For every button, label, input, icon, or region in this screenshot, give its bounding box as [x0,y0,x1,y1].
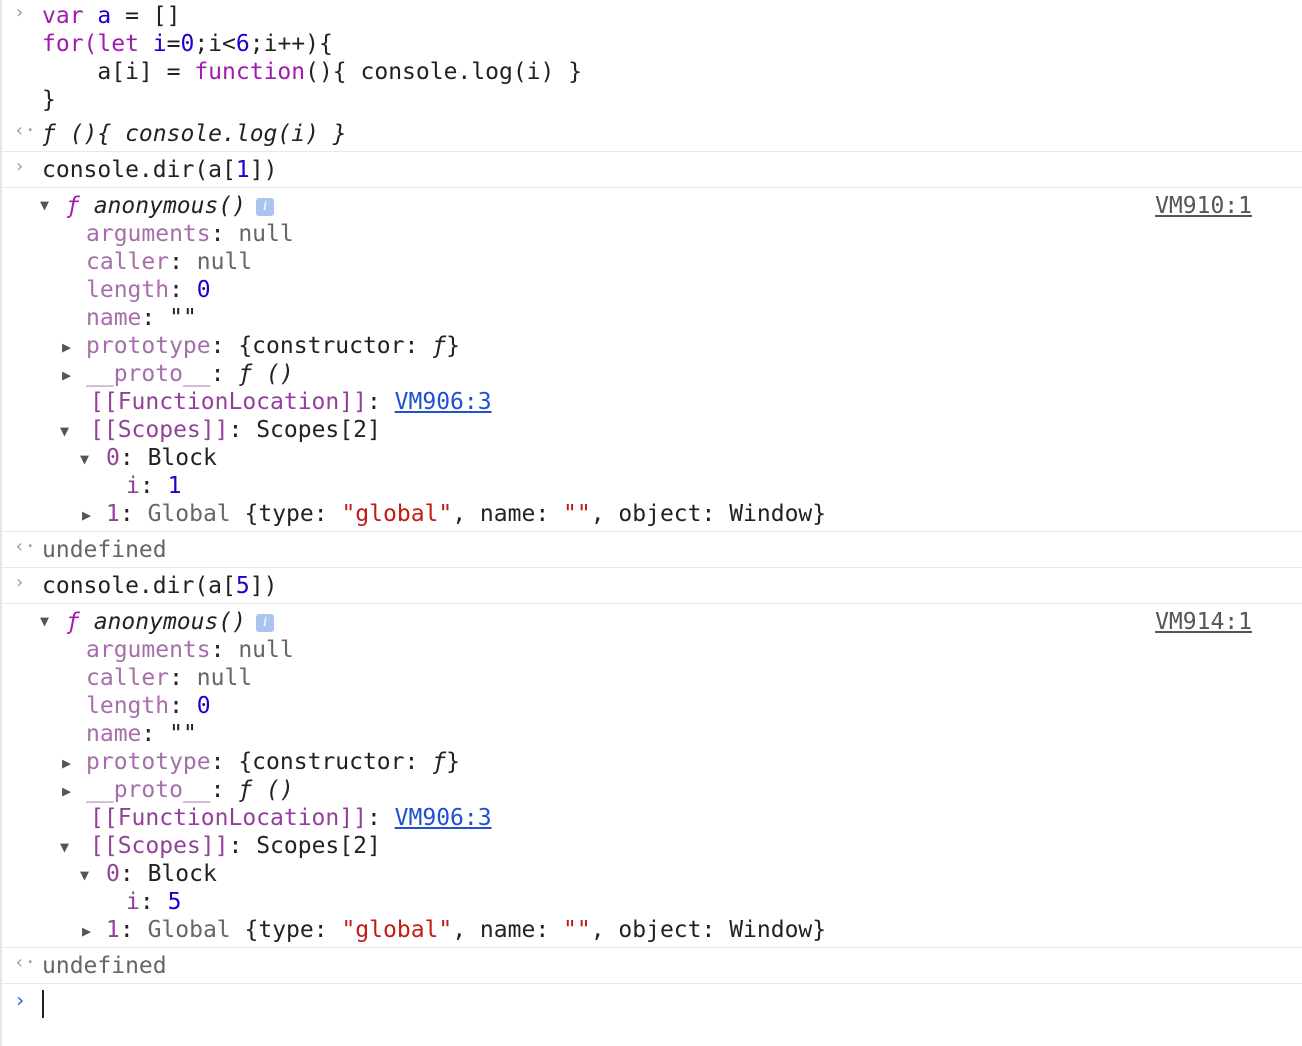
prop-scopes[interactable]: [[Scopes]]: Scopes[2] [90,832,1302,860]
undefined-result: undefined [42,537,167,563]
prop-function-location: [[FunctionLocation]]: VM906:3 [90,389,492,415]
collapsed-triangle-icon[interactable]: ▶ [82,506,91,524]
prop-prototype[interactable]: prototype: {constructor: ƒ} [86,748,1302,776]
prop-caller: caller: null [86,249,253,275]
code-line-3: a[i] = function(){ console.log(i) } [42,59,583,85]
collapsed-triangle-icon[interactable]: ▶ [62,782,71,800]
divider [2,187,1302,188]
collapsed-triangle-icon[interactable]: ▶ [62,338,71,356]
divider [2,531,1302,532]
expand-triangle-icon[interactable]: ▼ [80,450,89,468]
scope-var-i: i: 5 [126,889,182,915]
code-line-1: var a = [] [42,3,181,29]
source-link[interactable]: VM914:1 [1155,608,1252,636]
expand-triangle-icon[interactable]: ▼ [40,196,49,214]
input-prompt-icon: › [14,2,25,23]
prop-prototype[interactable]: prototype: {constructor: ƒ} [86,332,1302,360]
scope-block[interactable]: 0: Block [106,444,1302,472]
scope-block[interactable]: 0: Block [106,860,1302,888]
prop-caller: caller: null [86,665,253,691]
active-prompt-icon: › [14,988,27,1012]
result-line[interactable]: ƒ (){ console.log(i) } [42,120,1302,148]
devtools-console: › var a = [] for(let i=0;i<6;i++){ a[i] … [0,0,1302,1046]
divider [2,603,1302,604]
input-prompt-icon: › [14,156,25,177]
code-line-dir1: console.dir(a[1]) [42,157,278,183]
undefined-result: undefined [42,953,167,979]
info-icon[interactable]: i [256,614,275,632]
function-location-link[interactable]: VM906:3 [395,805,492,831]
scope-global[interactable]: 1: Global {type: "global", name: "", obj… [106,916,1302,944]
divider [2,567,1302,568]
function-location-link[interactable]: VM906:3 [395,389,492,415]
prop-length: length: 0 [86,277,211,303]
collapsed-triangle-icon[interactable]: ▶ [62,754,71,772]
result-prompt-icon: ‹· [14,952,36,973]
expand-triangle-icon[interactable]: ▼ [60,838,69,856]
collapsed-triangle-icon[interactable]: ▶ [82,922,91,940]
result-prompt-icon: ‹· [14,120,36,141]
divider [2,947,1302,948]
expand-triangle-icon[interactable]: ▼ [40,612,49,630]
source-link[interactable]: VM910:1 [1155,192,1252,220]
prop-length: length: 0 [86,693,211,719]
code-line-4: } [42,87,56,113]
info-icon[interactable]: i [256,198,275,216]
result-prompt-icon: ‹· [14,536,36,557]
function-header[interactable]: ƒ anonymous() i [66,608,1302,636]
expand-triangle-icon[interactable]: ▼ [60,422,69,440]
console-input-caret[interactable] [42,990,44,1018]
prop-name: name: "" [86,721,197,747]
prop-arguments: arguments: null [86,637,294,663]
prop-proto[interactable]: __proto__: ƒ () [86,776,1302,804]
collapsed-triangle-icon[interactable]: ▶ [62,366,71,384]
divider [2,151,1302,152]
input-prompt-icon: › [14,572,25,593]
prop-proto[interactable]: __proto__: ƒ () [86,360,1302,388]
function-header[interactable]: ƒ anonymous() i [66,192,1302,220]
code-line-2: for(let i=0;i<6;i++){ [42,31,333,57]
scope-global[interactable]: 1: Global {type: "global", name: "", obj… [106,500,1302,528]
prop-scopes[interactable]: [[Scopes]]: Scopes[2] [90,416,1302,444]
scope-var-i: i: 1 [126,473,182,499]
code-line-dir5: console.dir(a[5]) [42,573,278,599]
prop-name: name: "" [86,305,197,331]
expand-triangle-icon[interactable]: ▼ [80,866,89,884]
divider [2,983,1302,984]
prop-arguments: arguments: null [86,221,294,247]
prop-function-location: [[FunctionLocation]]: VM906:3 [90,805,492,831]
